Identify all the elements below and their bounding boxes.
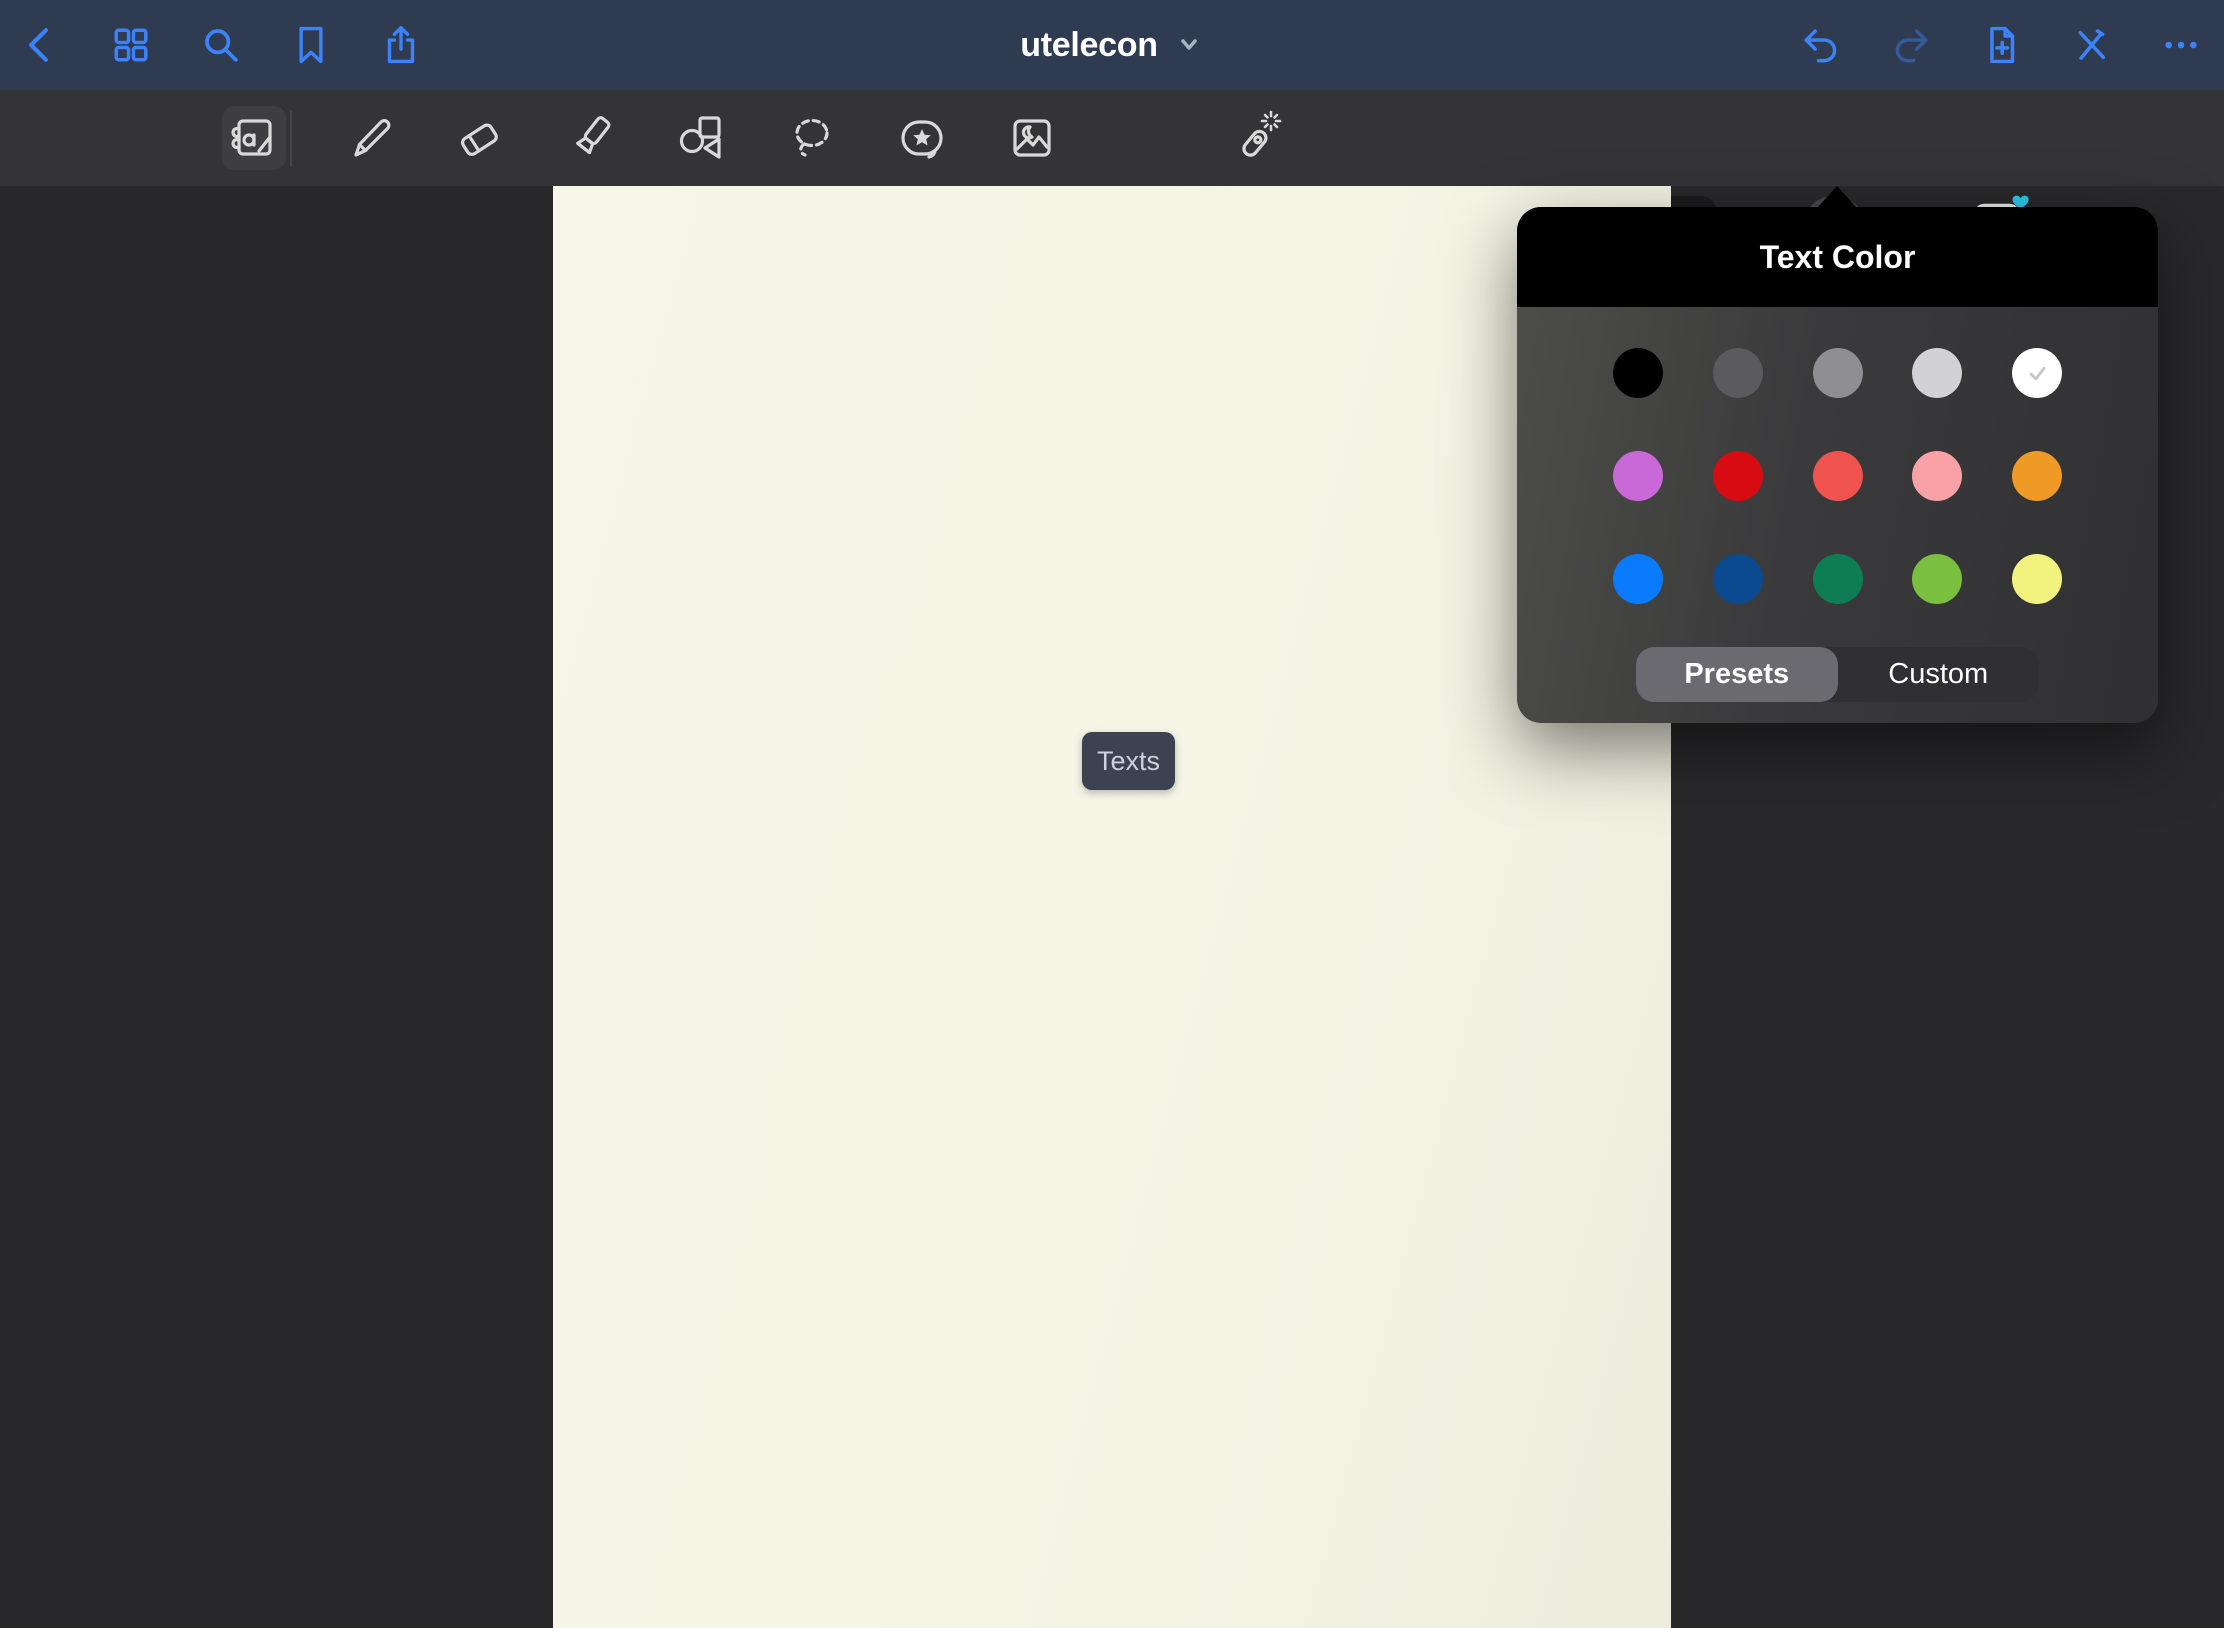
color-swatch[interactable] [2012,451,2062,501]
check-icon [2024,360,2050,386]
tool-elements[interactable] [890,106,954,170]
more-button[interactable] [2158,22,2204,68]
tool-lasso[interactable] [780,106,844,170]
swatch-row [1613,554,2062,604]
text-color-popover: Text Color PresetsCustom [1517,207,2158,723]
swatch-row [1613,348,2062,398]
color-swatch[interactable] [1713,554,1763,604]
lasso-icon [784,110,840,166]
color-swatch[interactable] [1613,348,1663,398]
text-object[interactable]: Texts [1082,732,1175,790]
text-object-label: Texts [1097,746,1160,777]
tool-laser-pointer[interactable] [1223,106,1287,170]
color-swatch[interactable] [1912,554,1962,604]
popover-arrow [1817,186,1857,208]
tool-bar: T HiraginoSans-... 16 T [0,90,2224,186]
tool-pen[interactable] [337,106,401,170]
eraser-icon [451,110,507,166]
color-swatch[interactable] [2012,348,2062,398]
tool-page-view[interactable] [222,106,286,170]
ellipsis-icon [2158,22,2204,68]
popover-header: Text Color [1517,207,2158,307]
page-view-icon [226,110,282,166]
note-page-canvas[interactable] [553,186,1671,1628]
add-page-button[interactable] [1978,22,2024,68]
image-icon [1004,110,1060,166]
segment-custom[interactable]: Custom [1838,647,2040,702]
color-swatch[interactable] [1613,451,1663,501]
segmented-control: PresetsCustom [1636,647,2039,702]
color-swatch[interactable] [1912,348,1962,398]
shapes-icon [671,110,727,166]
add-page-icon [1978,22,2024,68]
swatch-row [1613,451,2062,501]
app-window: utelecon [0,0,2224,1628]
color-swatch[interactable] [1713,348,1763,398]
tool-image[interactable] [1000,106,1064,170]
color-swatch[interactable] [1912,451,1962,501]
pen-off-icon [2068,22,2114,68]
navigation-bar: utelecon [0,0,2224,90]
tool-shapes[interactable] [667,106,731,170]
popover-title: Text Color [1760,239,1916,276]
navbar-right-group [1798,0,2204,90]
color-swatch[interactable] [1813,554,1863,604]
color-swatch[interactable] [1713,451,1763,501]
elements-sticker-icon [894,110,950,166]
chevron-down-icon [1174,33,1204,57]
segment-presets[interactable]: Presets [1636,647,1838,702]
redo-button[interactable] [1888,22,1934,68]
undo-icon [1798,22,1844,68]
redo-icon [1888,22,1934,68]
pen-icon [341,110,397,166]
tool-eraser[interactable] [447,106,511,170]
pen-off-button[interactable] [2068,22,2114,68]
color-swatch[interactable] [2012,554,2062,604]
laser-pointer-icon [1227,110,1283,166]
color-swatch[interactable] [1613,554,1663,604]
undo-button[interactable] [1798,22,1844,68]
color-swatch[interactable] [1813,348,1863,398]
swatch-grid [1517,307,2158,604]
document-title: utelecon [1020,26,1157,65]
highlighter-icon [564,110,620,166]
color-swatch[interactable] [1813,451,1863,501]
toolbar-divider [290,110,292,166]
tool-highlighter[interactable] [560,106,624,170]
